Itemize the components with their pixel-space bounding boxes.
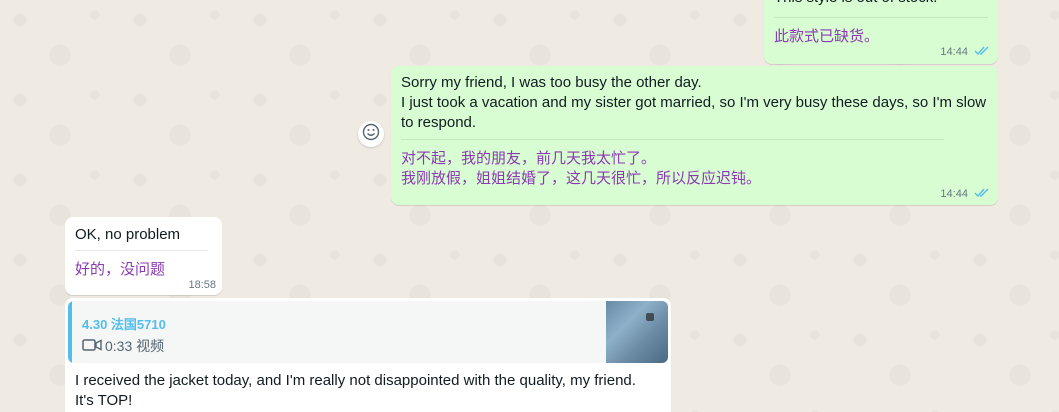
message-bubble-incoming[interactable]: 4.30 法国5710 0:33 视频 I received the jacke… xyxy=(65,298,671,412)
quote-video-thumbnail[interactable] xyxy=(606,301,668,363)
message-text-zh-line: 对不起，我的朋友，前几天我太忙了。 xyxy=(401,150,657,167)
message-bubble-incoming[interactable]: OK, no problem 好的，没问题 18:58 xyxy=(65,217,222,295)
message-text-en-line: It's TOP! xyxy=(75,392,133,409)
double-check-icon xyxy=(974,187,990,201)
quote-title: 4.30 法国5710 xyxy=(82,317,166,332)
message-text-en-line: I received the jacket today, and I'm rea… xyxy=(75,372,636,389)
quote-media-label: 0:33 视频 xyxy=(105,338,165,354)
quote-accent-bar xyxy=(68,301,72,363)
message-text-en-line: to respond. xyxy=(401,114,477,131)
smiley-icon xyxy=(362,123,380,146)
message-text-en-line: I just took a vacation and my sister got… xyxy=(401,94,987,111)
message-bubble-outgoing[interactable]: Sorry my friend, I was too busy the othe… xyxy=(391,66,998,205)
message-timestamp: 14:44 xyxy=(940,187,968,200)
message-time: 14:44 xyxy=(940,187,990,201)
double-check-icon xyxy=(974,45,990,59)
message-time: 14:44 xyxy=(940,45,990,59)
message-separator xyxy=(774,17,988,18)
message-bubble-outgoing[interactable]: This style is out of stock. 此款式已缺货。 14:4… xyxy=(764,0,998,64)
message-text-zh: 好的，没问题 xyxy=(75,261,166,278)
message-separator xyxy=(75,250,208,251)
message-timestamp: 18:58 xyxy=(188,279,216,291)
message-text-en-line: Sorry my friend, I was too busy the othe… xyxy=(401,74,702,91)
video-camera-icon xyxy=(82,338,102,357)
message-timestamp: 14:44 xyxy=(940,45,968,58)
message-text-en: OK, no problem xyxy=(75,226,181,243)
chat-panel: This style is out of stock. 此款式已缺货。 14:4… xyxy=(0,0,1059,412)
react-emoji-button[interactable] xyxy=(358,121,384,147)
message-text-zh-line: 我刚放假，姐姐结婚了，这几天很忙，所以反应迟钝。 xyxy=(401,170,762,187)
message-text-zh: 此款式已缺货。 xyxy=(774,28,880,45)
quoted-message[interactable]: 4.30 法国5710 0:33 视频 xyxy=(68,301,668,363)
thumbnail-detail xyxy=(646,313,654,321)
message-separator xyxy=(401,139,944,140)
message-text-en: This style is out of stock. xyxy=(774,0,937,8)
